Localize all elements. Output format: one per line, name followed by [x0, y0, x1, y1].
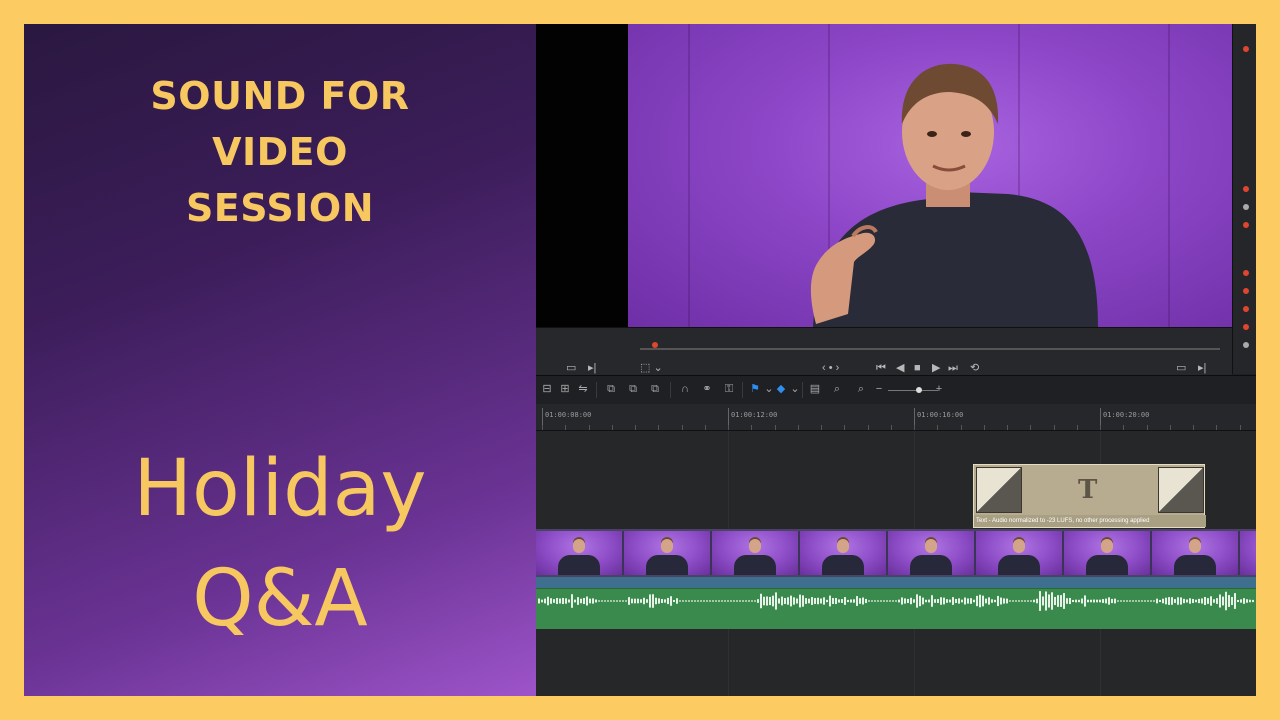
- timecode-label: 01:00:12:00: [731, 411, 778, 419]
- mute-indicator-icon[interactable]: [1243, 204, 1249, 210]
- thumbnail-frame: SOUND FOR VIDEO SESSION Holiday Q&A ‹ • …: [0, 0, 1280, 720]
- title-panel: SOUND FOR VIDEO SESSION Holiday Q&A: [24, 24, 536, 696]
- video-editor-window: ‹ • › ⏮ ◀ ■ ▶ ⏭ ⟲ ▭ ▸| ▭ ▸| ⬚ ⌄ ⊟ ⊞ ⇋ ⧉ …: [536, 24, 1256, 696]
- marker-dropdown-icon[interactable]: ⌄: [788, 383, 802, 395]
- loop-icon[interactable]: ⟲: [970, 362, 979, 374]
- record-indicator-icon[interactable]: [1243, 288, 1249, 294]
- main-title: Holiday Q&A: [24, 434, 536, 654]
- title-clip-end-thumb: [1158, 467, 1204, 513]
- video-clip-thumbnail: [1240, 531, 1256, 575]
- zoom-custom-icon[interactable]: ⌕: [854, 383, 868, 395]
- viewer-mode-icon[interactable]: ▭: [1176, 362, 1186, 374]
- dynamic-trim-icon[interactable]: ⇋: [576, 383, 590, 395]
- audio-waveform: [538, 591, 1254, 611]
- title-clip-start-thumb: [976, 467, 1022, 513]
- play-reverse-icon[interactable]: ◀: [896, 362, 904, 374]
- inspector-rail: [1232, 24, 1256, 374]
- mute-indicator-icon[interactable]: [1243, 342, 1249, 348]
- record-indicator-icon[interactable]: [1243, 324, 1249, 330]
- viewer-next-icon[interactable]: ▸|: [1198, 362, 1206, 374]
- video-clip-thumbnail: [976, 531, 1064, 575]
- presenter-image: [810, 63, 1098, 327]
- video-clip-thumbnail: [800, 531, 888, 575]
- record-indicator-icon[interactable]: [1243, 46, 1249, 52]
- video-clip-thumbnail: [536, 531, 624, 575]
- session-line-1: SOUND FOR: [150, 74, 410, 118]
- main-title-line-1: Holiday: [133, 444, 427, 534]
- session-line-3: SESSION: [185, 186, 375, 230]
- video-clip-thumbnail: [1064, 531, 1152, 575]
- insert-icon[interactable]: ⧉: [604, 383, 618, 395]
- main-title-line-2: Q&A: [192, 554, 368, 644]
- timeline-toolbar: ⊟ ⊞ ⇋ ⧉ ⧉ ⧉ ∩ ⚭ ⚿ ⚑ ⌄ ◆ ⌄ ▤ ⌕ ⌕ − +: [536, 375, 1256, 405]
- zoom-in-icon[interactable]: +: [932, 383, 946, 395]
- zoom-detail-icon[interactable]: ⌕: [830, 383, 844, 395]
- source-viewer: [536, 24, 628, 327]
- record-indicator-icon[interactable]: [1243, 306, 1249, 312]
- timeline-viewer[interactable]: [628, 24, 1232, 327]
- record-indicator-icon[interactable]: [1243, 222, 1249, 228]
- session-heading: SOUND FOR VIDEO SESSION: [24, 68, 536, 236]
- zoom-slider-handle[interactable]: [916, 387, 922, 393]
- source-mode-icon[interactable]: ▭: [566, 362, 576, 374]
- scrubber-playhead-icon[interactable]: [652, 342, 658, 348]
- blade-icon[interactable]: ⊞: [558, 383, 572, 395]
- audio-clip[interactable]: [536, 588, 1256, 629]
- text-title-icon: T: [1078, 475, 1098, 505]
- snapping-icon[interactable]: ∩: [678, 383, 692, 395]
- video-clip-thumbnail: [888, 531, 976, 575]
- replace-icon[interactable]: ⧉: [648, 383, 662, 395]
- jump-end-icon[interactable]: ⏭: [948, 362, 958, 374]
- video-clip-thumbnail: [712, 531, 800, 575]
- session-line-2: VIDEO: [212, 130, 348, 174]
- timecode-label: 01:00:08:00: [545, 411, 592, 419]
- video-clip-thumbnail: [624, 531, 712, 575]
- stop-icon[interactable]: ■: [914, 362, 921, 374]
- zoom-full-icon[interactable]: ▤: [808, 383, 822, 395]
- title-clip-label: Text - Audio normalized to -23 LUFS, no …: [974, 515, 1206, 527]
- timecode-label: 01:00:20:00: [1103, 411, 1150, 419]
- jump-start-icon[interactable]: ⏮: [876, 362, 886, 374]
- link-icon[interactable]: ⚭: [700, 383, 714, 395]
- play-icon[interactable]: ▶: [932, 362, 940, 374]
- timecode-label: 01:00:16:00: [917, 411, 964, 419]
- scrubber-bar[interactable]: [640, 348, 1220, 350]
- video-clip-thumbnail: [1152, 531, 1240, 575]
- source-next-icon[interactable]: ▸|: [588, 362, 596, 374]
- timeline-tracks[interactable]: T Text - Audio normalized to -23 LUFS, n…: [536, 431, 1256, 696]
- clip-navigation-icon[interactable]: ‹ • ›: [822, 362, 839, 374]
- title-clip[interactable]: T Text - Audio normalized to -23 LUFS, n…: [973, 464, 1206, 528]
- zoom-slider[interactable]: [888, 390, 938, 391]
- transport-bar: ‹ • › ⏮ ◀ ■ ▶ ⏭ ⟲ ▭ ▸| ▭ ▸| ⬚ ⌄: [536, 327, 1232, 375]
- record-indicator-icon[interactable]: [1243, 186, 1249, 192]
- flag-icon[interactable]: ⚑: [748, 383, 762, 395]
- video-clip[interactable]: [536, 529, 1256, 577]
- lock-icon[interactable]: ⚿: [722, 383, 736, 395]
- record-indicator-icon[interactable]: [1243, 270, 1249, 276]
- aspect-icon[interactable]: ⬚ ⌄: [640, 362, 663, 374]
- marker-icon[interactable]: ◆: [774, 383, 788, 395]
- overwrite-icon[interactable]: ⧉: [626, 383, 640, 395]
- zoom-out-icon[interactable]: −: [872, 383, 886, 395]
- trim-icon[interactable]: ⊟: [540, 383, 554, 395]
- timeline-ruler[interactable]: 01:00:08:00 01:00:12:00 01:00:16:00 01:0…: [536, 404, 1256, 431]
- video-clip-label-bar[interactable]: [536, 577, 1256, 588]
